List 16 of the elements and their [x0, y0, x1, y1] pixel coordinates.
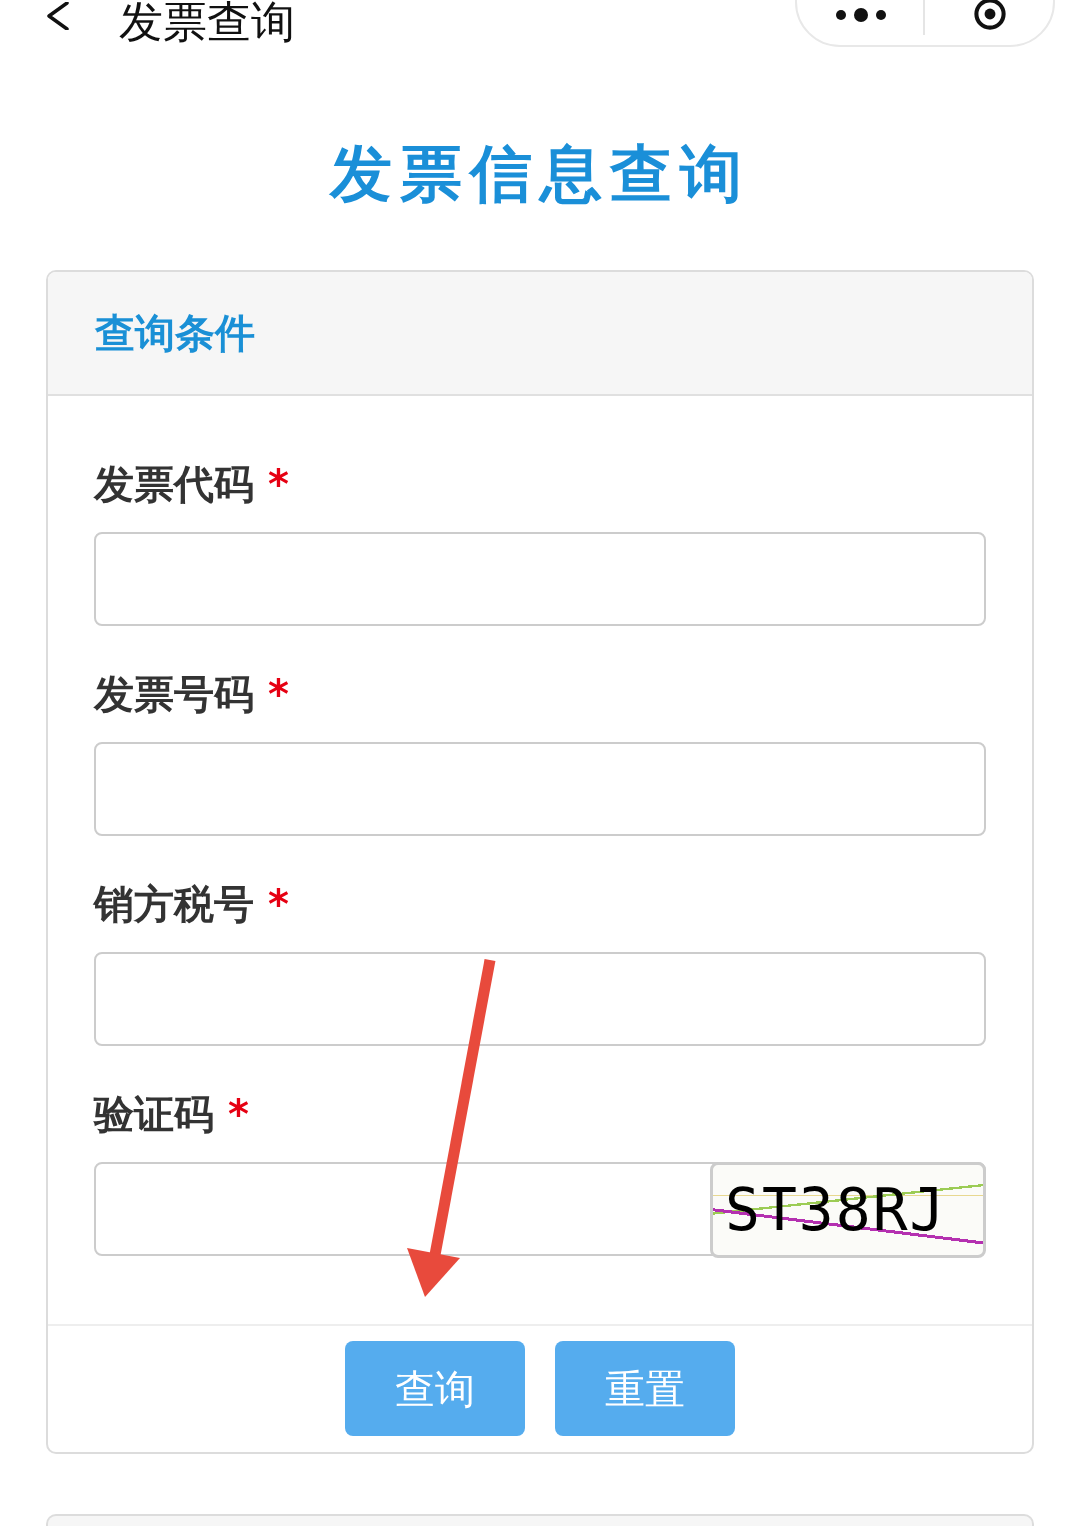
required-mark: * — [228, 1090, 249, 1138]
required-mark: * — [268, 460, 289, 508]
page-title: 发票信息查询 — [330, 142, 750, 206]
input-field[interactable] — [94, 532, 986, 626]
input-field[interactable] — [94, 742, 986, 836]
input-field[interactable] — [94, 952, 986, 1046]
field-label: 发票号码 — [94, 670, 254, 718]
required-mark: * — [268, 670, 289, 718]
field-label: 发票代码 — [94, 460, 254, 508]
field-label: 验证码 — [94, 1090, 214, 1138]
field-label: 销方税号 — [94, 880, 254, 928]
required-mark: * — [268, 880, 289, 928]
panel-title: 查询条件 — [95, 309, 255, 357]
back-icon[interactable] — [45, 2, 71, 30]
more-icon[interactable] — [835, 7, 887, 23]
nav-title: 发票查询 — [119, 0, 295, 44]
